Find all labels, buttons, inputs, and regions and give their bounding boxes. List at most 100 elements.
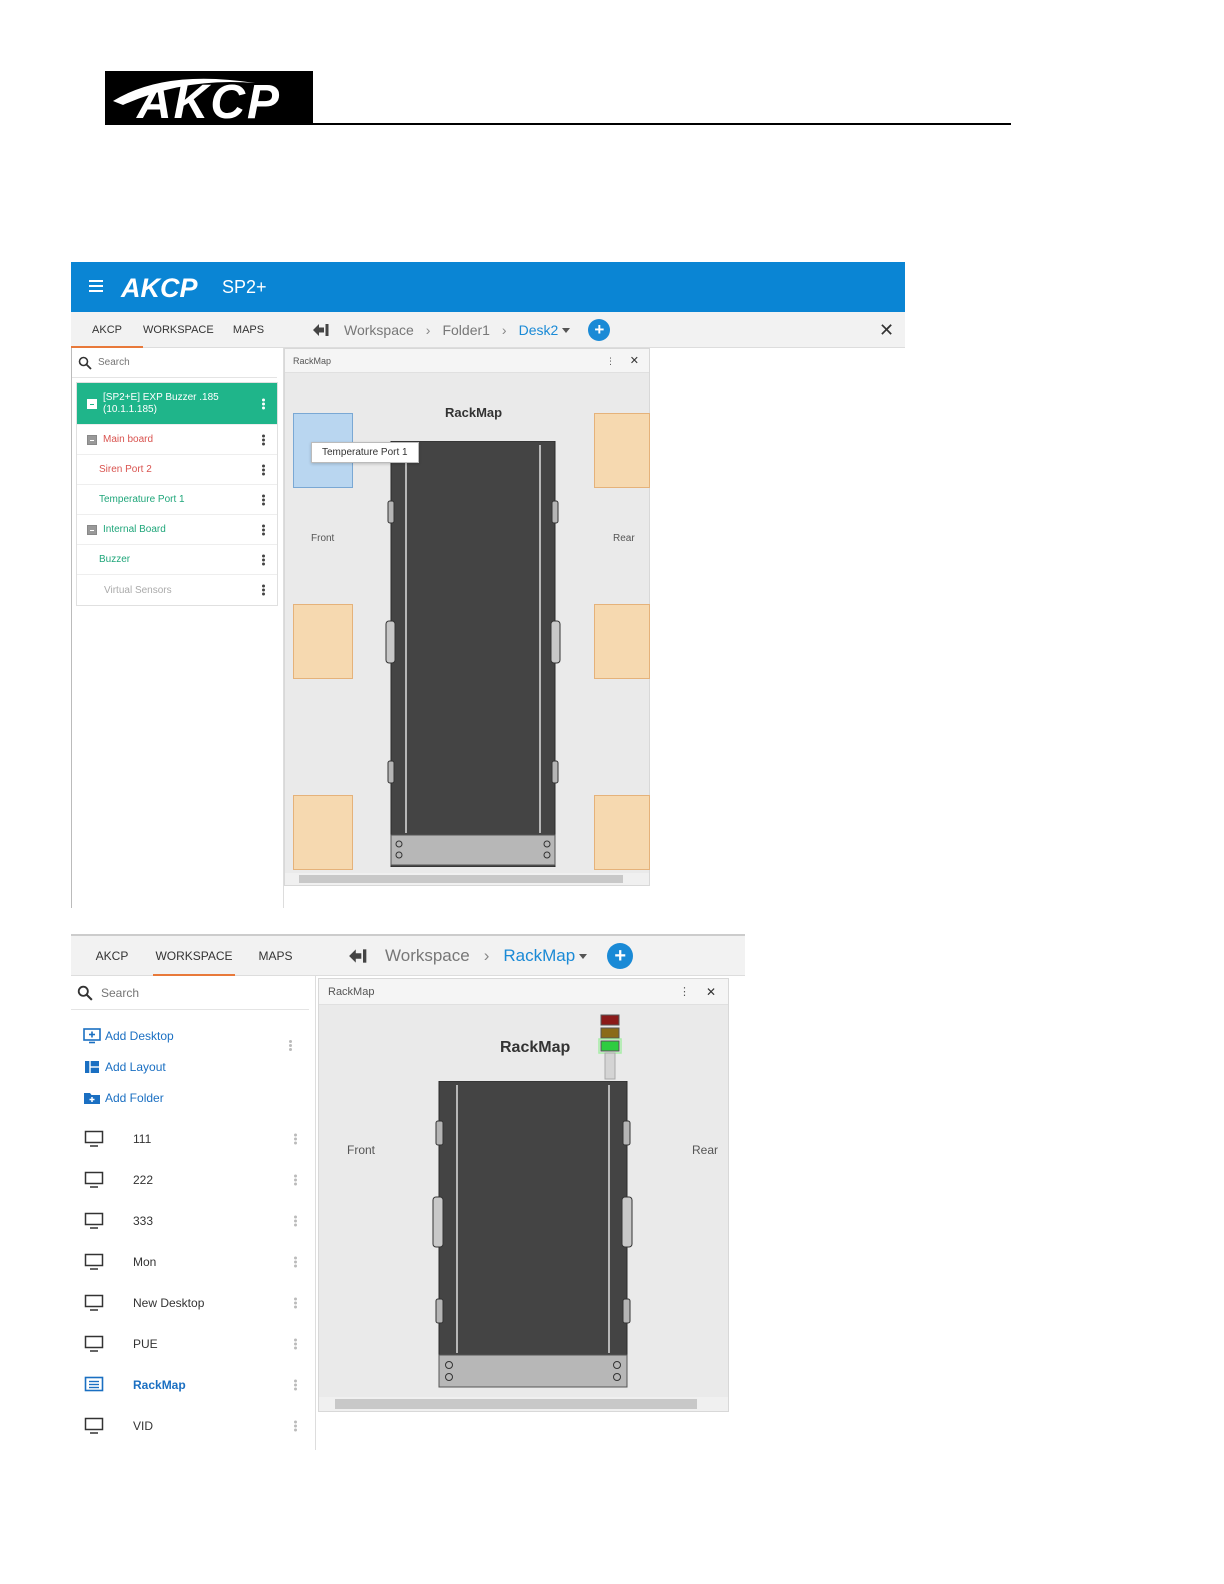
breadcrumb: Workspace › Folder1 › Desk2 + — [284, 312, 905, 348]
tree-internal-board[interactable]: Internal Board — [77, 515, 277, 545]
screenshot-desk2: AKCP SP2+ AKCP WORKSPACE MAPS Workspace … — [71, 262, 905, 908]
header-rule — [105, 123, 1011, 125]
crumb-desk2[interactable]: Desk2 — [519, 322, 571, 338]
horizontal-scrollbar[interactable] — [319, 1397, 728, 1411]
add-layout-button[interactable]: Add Layout — [83, 1057, 166, 1077]
tree-main-board[interactable]: Main board — [77, 425, 277, 455]
back-icon[interactable] — [312, 323, 330, 337]
akcp-logo-text: AKCP — [136, 76, 281, 125]
search-input[interactable] — [98, 357, 248, 368]
tab-workspace[interactable]: WORKSPACE — [153, 936, 235, 976]
more-vert-icon[interactable]: ⋮ — [606, 349, 615, 373]
add-button[interactable]: + — [607, 942, 634, 969]
collapse-icon[interactable] — [87, 398, 97, 409]
tab-label: WORKSPACE — [155, 949, 233, 963]
desktop-item-label: 333 — [133, 1214, 154, 1228]
search-icon — [78, 356, 92, 370]
more-vert-icon[interactable] — [294, 1297, 297, 1309]
tree-temperature-port-1[interactable]: Temperature Port 1 — [77, 485, 277, 515]
tab-label: MAPS — [232, 324, 265, 336]
light-tower-icon — [598, 1014, 622, 1080]
tab-akcp[interactable]: AKCP — [71, 936, 153, 975]
more-vert-icon[interactable] — [262, 464, 265, 475]
crumb-workspace[interactable]: Workspace — [385, 946, 470, 966]
tab-maps[interactable]: MAPS — [235, 936, 316, 975]
tab-label: AKCP — [92, 324, 122, 336]
desktop-item-label: 111 — [133, 1132, 152, 1146]
more-vert-icon[interactable] — [262, 524, 265, 535]
more-vert-icon[interactable] — [294, 1215, 297, 1227]
front-label: Front — [347, 1143, 376, 1157]
crumb-rackmap[interactable]: RackMap — [503, 945, 588, 966]
desktop-item-new-desktop[interactable]: New Desktop — [83, 1291, 303, 1315]
desktop-item-333[interactable]: 333 — [83, 1209, 303, 1233]
search-icon — [77, 985, 93, 1001]
sensor-slot-front-3[interactable] — [293, 795, 353, 870]
close-icon[interactable]: ✕ — [879, 320, 894, 341]
desktop-item-222[interactable]: 222 — [83, 1168, 303, 1192]
desktop-item-pue[interactable]: PUE — [83, 1332, 303, 1356]
sensor-slot-rear-3[interactable] — [594, 795, 650, 870]
back-icon[interactable] — [348, 948, 368, 964]
desktop-item-mon[interactable]: Mon — [83, 1250, 303, 1274]
more-vert-icon[interactable] — [294, 1338, 297, 1350]
desktop-icon — [83, 1171, 105, 1189]
more-vert-icon[interactable] — [294, 1256, 297, 1268]
close-icon[interactable]: ✕ — [706, 979, 716, 1005]
desktop-item-rackmap[interactable]: RackMap — [83, 1373, 303, 1397]
desktop-item-111[interactable]: 111 — [83, 1127, 303, 1151]
desktop-item-vid[interactable]: VID — [83, 1414, 303, 1438]
hamburger-menu-icon[interactable] — [89, 280, 103, 292]
tab-akcp[interactable]: AKCP — [71, 312, 143, 348]
collapse-icon[interactable] — [87, 524, 97, 535]
more-vert-icon[interactable] — [294, 1174, 297, 1186]
crumb-desk2-label: Desk2 — [518, 321, 559, 338]
more-vert-icon[interactable]: ⋮ — [679, 979, 690, 1005]
scrollbar-thumb[interactable] — [299, 875, 623, 883]
add-desktop-button[interactable]: Add Desktop — [83, 1026, 174, 1046]
scrollbar-thumb[interactable] — [335, 1399, 697, 1409]
more-vert-icon[interactable] — [262, 554, 265, 565]
collapse-icon[interactable] — [87, 434, 97, 445]
more-vert-icon[interactable] — [294, 1420, 297, 1432]
desktop-item-label: New Desktop — [133, 1296, 205, 1310]
more-vert-icon[interactable] — [262, 584, 265, 596]
sensor-slot-front-2[interactable] — [293, 604, 353, 679]
caret-down-icon — [562, 328, 571, 334]
sensor-slot-rear-2[interactable] — [594, 604, 650, 679]
rackmap-title: RackMap — [445, 405, 503, 420]
chevron-right-icon: › — [483, 945, 490, 965]
crumb-folder1[interactable]: Folder1 — [442, 322, 489, 338]
tab-maps[interactable]: MAPS — [213, 312, 284, 347]
crumb-rackmap-label: RackMap — [503, 945, 576, 965]
tree-root-sp2e[interactable]: [SP2+E] EXP Buzzer .185 (10.1.1.185) — [77, 383, 277, 425]
more-vert-icon[interactable] — [262, 398, 265, 409]
more-vert-icon[interactable] — [289, 1040, 292, 1051]
nav-tabs: AKCP WORKSPACE MAPS — [71, 312, 284, 348]
add-folder-button[interactable]: Add Folder — [83, 1088, 164, 1108]
tree-virtual-sensors[interactable]: Virtual Sensors — [77, 575, 277, 605]
horizontal-scrollbar[interactable] — [285, 873, 649, 885]
sensor-slot-rear-1[interactable] — [594, 413, 650, 488]
product-name: SP2+ — [222, 277, 267, 297]
rackmap-title: RackMap — [500, 1039, 571, 1056]
rackmap-icon — [83, 1376, 105, 1394]
more-vert-icon[interactable] — [262, 494, 265, 505]
add-folder-icon — [83, 1090, 101, 1106]
chevron-right-icon: › — [501, 321, 507, 338]
search-input[interactable] — [101, 985, 261, 1000]
search-row — [71, 976, 309, 1010]
more-vert-icon[interactable] — [294, 1379, 297, 1391]
crumb-workspace[interactable]: Workspace — [344, 322, 414, 338]
desktop-item-label: 222 — [133, 1173, 154, 1187]
tree-item-label: Virtual Sensors — [104, 584, 172, 596]
tree-buzzer[interactable]: Buzzer — [77, 545, 277, 575]
more-vert-icon[interactable] — [294, 1133, 297, 1145]
tab-label: WORKSPACE — [143, 324, 214, 336]
tree-siren-port-2[interactable]: Siren Port 2 — [77, 455, 277, 485]
close-icon[interactable]: ✕ — [630, 349, 639, 373]
more-vert-icon[interactable] — [262, 434, 265, 445]
chevron-right-icon: › — [425, 321, 431, 338]
add-button[interactable]: + — [588, 318, 611, 341]
tab-workspace[interactable]: WORKSPACE — [143, 312, 214, 347]
